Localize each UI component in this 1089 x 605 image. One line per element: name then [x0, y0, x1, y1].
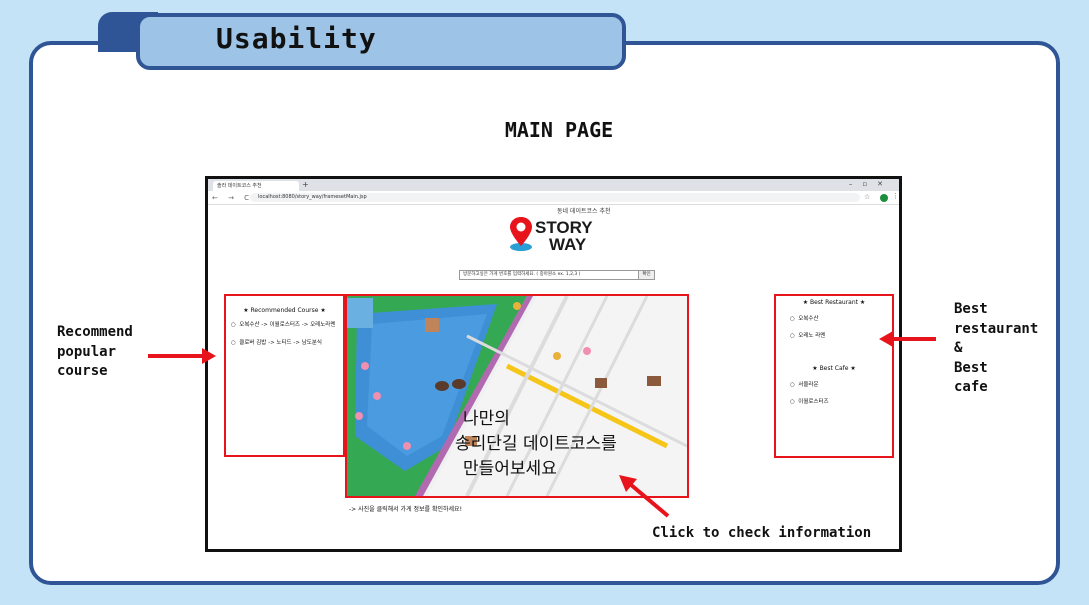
arrow-icon — [619, 475, 670, 518]
arrow-icon — [879, 331, 936, 347]
annotation-arrows — [148, 331, 936, 518]
arrow-icon — [148, 348, 216, 364]
